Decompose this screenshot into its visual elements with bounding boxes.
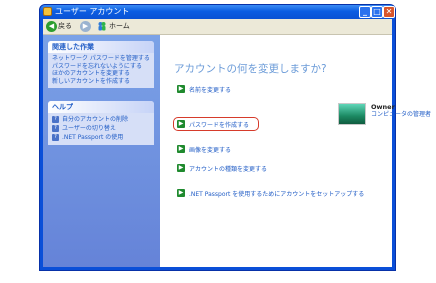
delete-my-account-link[interactable]: 自分のアカウントの削除 (62, 116, 128, 124)
title-bar[interactable]: ユーザー アカウント _ □ ✕ (40, 5, 395, 19)
related-tasks-title: 関連した作業 (48, 41, 154, 53)
back-arrow-icon[interactable]: ◀ (46, 21, 57, 32)
task-arrow-icon: ▶ (177, 189, 185, 197)
home-button-label[interactable]: ホーム (109, 20, 130, 33)
help-panel: ヘルプ ? 自分のアカウントの削除 ? ユーザーの切り替え ? .NET Pas… (48, 101, 154, 145)
help-topic-icon: ? (52, 116, 59, 123)
help-item[interactable]: ? ユーザーの切り替え (52, 124, 151, 133)
task-label[interactable]: .NET Passport を使用するためにアカウントをセットアップする (189, 189, 364, 198)
task-arrow-icon: ▶ (177, 120, 185, 128)
navigation-toolbar: ◀ 戻る ▶ ホーム (43, 19, 392, 35)
account-picture (338, 103, 366, 125)
maximize-button[interactable]: □ (371, 6, 383, 18)
user-accounts-icon (43, 7, 52, 16)
home-icon[interactable] (97, 21, 107, 31)
user-accounts-window: ユーザー アカウント _ □ ✕ ◀ 戻る ▶ ホーム 関連した作業 ネットワー… (39, 4, 431, 271)
account-role: コンピュータの管理者 (371, 111, 432, 118)
help-item[interactable]: ? .NET Passport の使用 (52, 133, 151, 142)
forward-arrow-icon[interactable]: ▶ (80, 21, 91, 32)
help-topic-icon: ? (52, 134, 59, 141)
task-label[interactable]: アカウントの種類を変更する (189, 164, 267, 173)
switch-users-link[interactable]: ユーザーの切り替え (62, 125, 116, 133)
change-picture-task[interactable]: ▶ 画像を変更する (177, 144, 231, 154)
main-content: アカウントの何を変更しますか? ▶ 名前を変更する ▶ パスワードを作成する ▶… (160, 35, 431, 267)
account-name: Owner (371, 103, 395, 111)
create-new-account-link[interactable]: 新しいアカウントを作成する (52, 78, 151, 86)
back-button-label[interactable]: 戻る (58, 20, 72, 33)
help-item[interactable]: ? 自分のアカウントの削除 (52, 115, 151, 124)
window-client: ◀ 戻る ▶ ホーム 関連した作業 ネットワーク パスワードを管理する パスワー… (43, 19, 431, 267)
prevent-forgotten-password-link[interactable]: パスワードを忘れないようにする (52, 63, 151, 71)
minimize-button[interactable]: _ (359, 6, 371, 18)
help-title: ヘルプ (48, 101, 154, 113)
create-password-task[interactable]: ▶ パスワードを作成する (177, 119, 249, 129)
task-sidebar: 関連した作業 ネットワーク パスワードを管理する パスワードを忘れないようにする… (43, 35, 160, 267)
window-title: ユーザー アカウント (55, 7, 130, 16)
change-name-task[interactable]: ▶ 名前を変更する (177, 84, 231, 94)
manage-network-passwords-link[interactable]: ネットワーク パスワードを管理する (52, 55, 151, 63)
task-arrow-icon: ▶ (177, 145, 185, 153)
setup-net-passport-task[interactable]: ▶ .NET Passport を使用するためにアカウントをセットアップする (177, 188, 364, 198)
net-passport-help-link[interactable]: .NET Passport の使用 (62, 134, 123, 142)
page-heading: アカウントの何を変更しますか? (174, 63, 327, 75)
related-tasks-panel: 関連した作業 ネットワーク パスワードを管理する パスワードを忘れないようにする… (48, 41, 154, 88)
change-account-type-task[interactable]: ▶ アカウントの種類を変更する (177, 163, 267, 173)
task-label[interactable]: パスワードを作成する (189, 120, 249, 129)
change-another-account-link[interactable]: ほかのアカウントを変更する (52, 70, 151, 78)
close-button[interactable]: ✕ (383, 6, 395, 18)
help-topic-icon: ? (52, 125, 59, 132)
task-arrow-icon: ▶ (177, 164, 185, 172)
task-arrow-icon: ▶ (177, 85, 185, 93)
task-label[interactable]: 名前を変更する (189, 85, 231, 94)
task-label[interactable]: 画像を変更する (189, 145, 231, 154)
